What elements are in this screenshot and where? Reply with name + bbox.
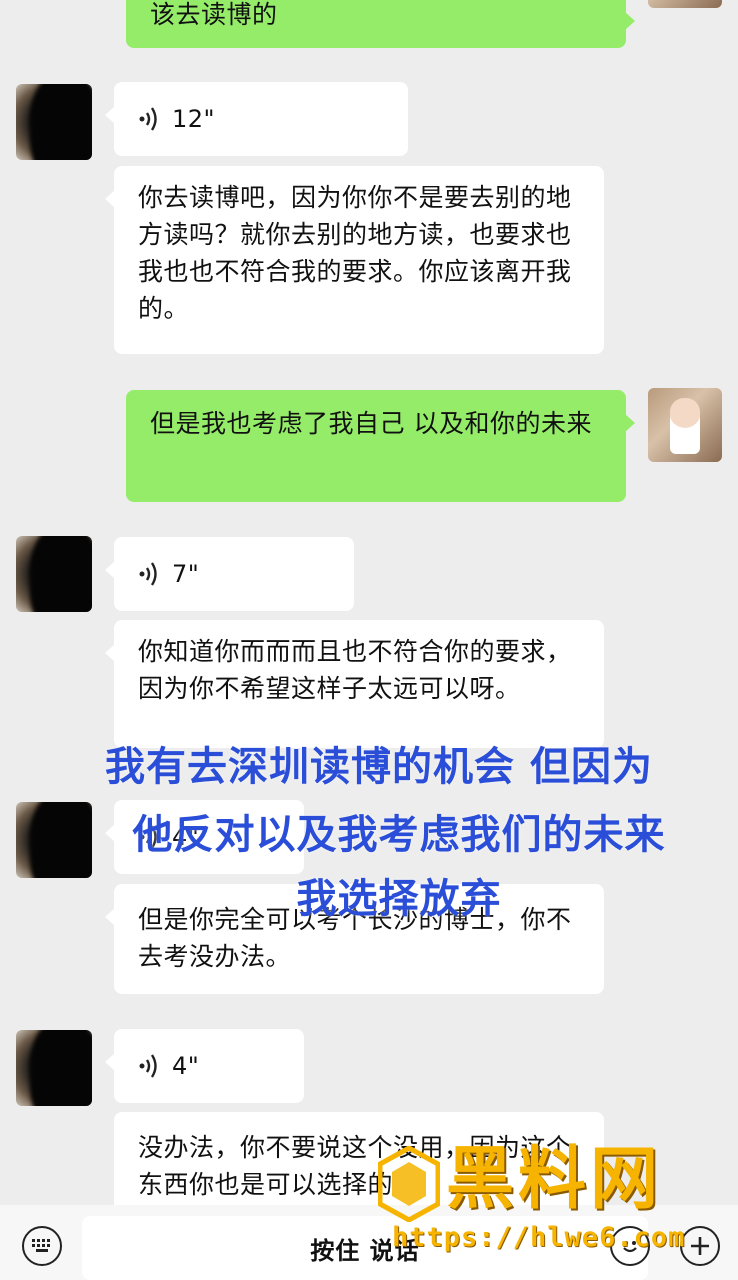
voice-wave-icon <box>139 1054 157 1078</box>
overlay-caption-line1: 我有去深圳读博的机会 但因为 <box>105 744 653 790</box>
watermark-url: https://hlwe6.com <box>392 1222 686 1253</box>
watermark-brand: 黑料网 <box>446 1140 663 1219</box>
voice-duration: 7" <box>172 560 200 588</box>
message-outgoing[interactable]: 但是我也考虑了我自己 以及和你的未来 <box>126 390 635 502</box>
more-button[interactable] <box>680 1226 720 1266</box>
plus-icon <box>691 1237 709 1255</box>
overlay-caption-line3: 我选择放弃 <box>296 876 502 922</box>
message-text: 该去读博的 <box>150 0 278 29</box>
voice-message[interactable]: 12" <box>105 82 408 156</box>
overlay-caption-line2: 他反对以及我考虑我们的未来 <box>132 812 666 858</box>
my-avatar[interactable] <box>648 0 722 8</box>
message-incoming[interactable]: 你知道你而而而且也不符合你的要求，因为你不希望这样子太远可以呀。 <box>105 620 604 748</box>
keyboard-icon <box>32 1239 50 1252</box>
contact-avatar[interactable] <box>16 536 92 612</box>
message-incoming[interactable]: 你去读博吧，因为你你不是要去别的地方读吗？就你去别的地方读，也要求也我也也不符合… <box>105 166 604 354</box>
message-outgoing[interactable]: 该去读博的 <box>126 0 635 48</box>
voice-duration: 4" <box>172 1052 200 1080</box>
contact-avatar[interactable] <box>16 84 92 160</box>
voice-message[interactable]: 7" <box>105 537 354 611</box>
voice-duration: 12" <box>172 105 216 133</box>
voice-message[interactable]: 4" <box>105 1029 304 1103</box>
message-text: 你去读博吧，因为你你不是要去别的地方读吗？就你去别的地方读，也要求也我也也不符合… <box>138 183 572 323</box>
contact-avatar[interactable] <box>16 1030 92 1106</box>
watermark-logo-icon <box>378 1146 440 1222</box>
message-text: 但是我也考虑了我自己 以及和你的未来 <box>150 409 592 438</box>
keyboard-toggle-button[interactable] <box>22 1226 62 1266</box>
voice-wave-icon <box>139 562 157 586</box>
voice-wave-icon <box>139 107 157 131</box>
message-text: 你知道你而而而且也不符合你的要求，因为你不希望这样子太远可以呀。 <box>138 637 572 703</box>
my-avatar[interactable] <box>648 388 722 462</box>
